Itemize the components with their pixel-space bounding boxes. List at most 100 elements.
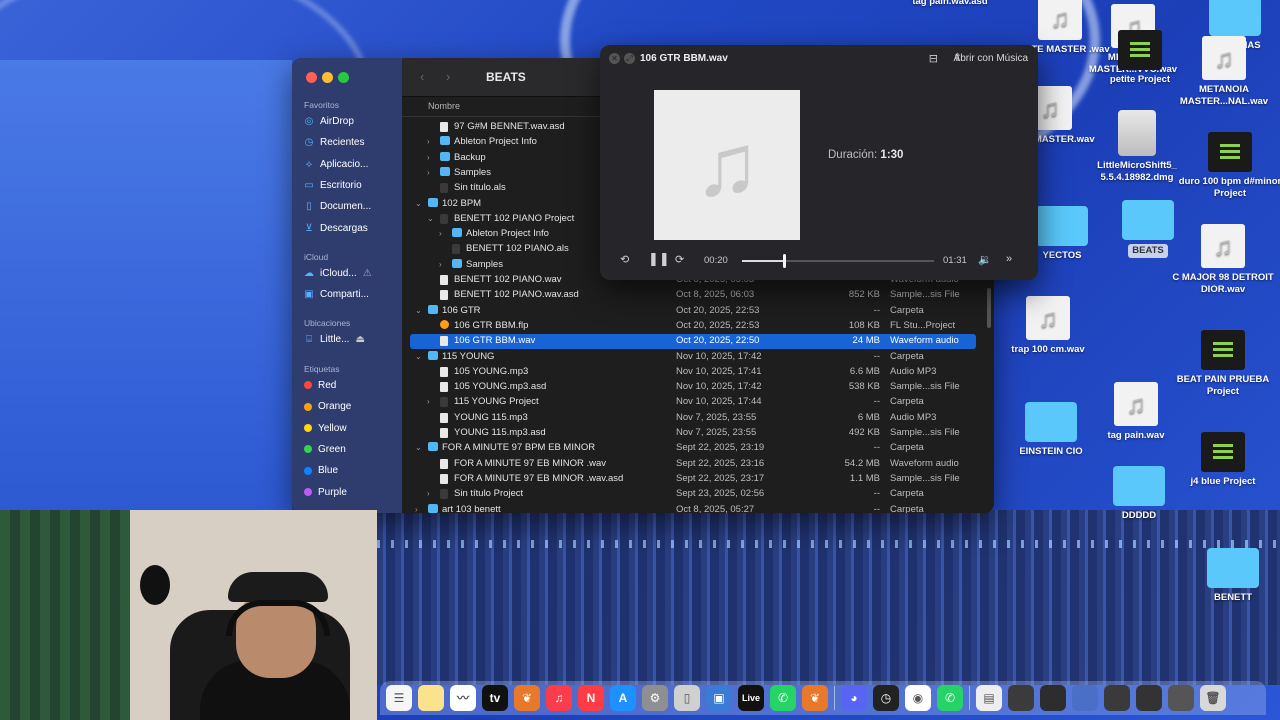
ql-fullscreen-icon[interactable]: ⤢ [624,53,635,64]
fl-studio-icon[interactable]: ❦ [514,685,540,711]
document-stack-icon[interactable]: ▤ [976,685,1002,711]
window-4-icon[interactable] [1104,685,1130,711]
notes-icon[interactable] [418,685,444,711]
desktop-icon-item[interactable]: EINSTEIN CIO [991,402,1111,458]
playhead[interactable] [783,254,787,268]
disclosure-open-icon[interactable]: ⌄ [427,214,434,223]
eject-icon[interactable]: ⏏ [355,334,364,345]
ableton-live-icon[interactable]: Live [738,685,764,711]
file-row[interactable]: › 115 YOUNG Project Nov 10, 2025, 17:44 -- C… [410,395,976,410]
disclosure-open-icon[interactable]: ⌄ [415,443,422,452]
sidebar-item-red[interactable]: Red [304,380,336,391]
desktop-icon-item[interactable]: ♫ trap 100 cm.wav [988,296,1108,356]
file-row[interactable]: BENETT 102 PIANO.wav.asd Oct 8, 2025, 06:… [410,288,976,303]
trash-icon[interactable]: 🗑 [1200,685,1226,711]
sidebar-item-icloud-[interactable]: ☁ iCloud... ⚠ [304,268,372,279]
file-row[interactable]: FOR A MINUTE 97 EB MINOR .wav Sept 22, 20… [410,457,976,472]
desktop-icon-item[interactable]: ♫ METANOIA MASTER...NAL.wav [1164,36,1280,108]
file-row[interactable]: ⌄ FOR A MINUTE 97 BPM EB MINOR Sept 22, 20… [410,441,976,456]
window-3-icon[interactable] [1072,685,1098,711]
discord-icon[interactable]: ◕ [841,685,867,711]
scrollbar-thumb[interactable] [987,288,991,328]
iphone-mirroring-icon[interactable]: ▯ [674,685,700,711]
disclosure-closed-icon[interactable]: › [439,229,442,238]
window-1-icon[interactable] [1008,685,1034,711]
freeform-icon[interactable]: 〰 [450,685,476,711]
disclosure-open-icon[interactable]: ⌄ [415,306,422,315]
close-button[interactable] [306,72,317,83]
more-icon[interactable]: » [1006,253,1012,265]
volume-icon[interactable]: 🔉 [978,253,992,266]
system-settings-icon[interactable]: ⚙ [642,685,668,711]
desktop-icon-item[interactable]: DDDDD [1079,466,1199,522]
sidebar-item-orange[interactable]: Orange [304,401,351,412]
ql-close-icon[interactable]: ✕ [609,53,620,64]
app-store-icon[interactable]: A [610,685,636,711]
reminders-icon[interactable]: ☰ [386,685,412,711]
sidebar-item-descargas[interactable]: ⊻ Descargas [304,223,367,234]
file-row[interactable]: ⌄ 106 GTR Oct 20, 2025, 22:53 -- Carpeta [410,304,976,319]
desktop-icon-item[interactable]: BENETT [1173,548,1280,604]
disclosure-closed-icon[interactable]: › [427,168,430,177]
minimize-button[interactable] [322,72,333,83]
whatsapp-2-icon[interactable]: ✆ [937,685,963,711]
sidebar-item-airdrop[interactable]: ◎ AirDrop [304,116,354,127]
file-row[interactable]: 105 YOUNG.mp3.asd Nov 10, 2025, 17:42 538 … [410,380,976,395]
file-size: 24 MB [852,335,880,347]
file-row[interactable]: ⌄ 115 YOUNG Nov 10, 2025, 17:42 -- Carpeta [410,350,976,365]
sidebar-item-label: Documen... [320,201,372,213]
column-name[interactable]: Nombre [428,101,460,111]
desktop-icon-item[interactable]: tag pain.wav.asd [890,0,1010,8]
zoom-button[interactable] [338,72,349,83]
disclosure-open-icon[interactable]: ⌄ [415,352,422,361]
sidebar-item-little-[interactable]: ⌸ Little... ⏏ [304,334,365,345]
forward-icon[interactable]: › [446,69,450,84]
sidebar-item-documen-[interactable]: ▯ Documen... [304,201,371,212]
desktop-icon-item[interactable]: ♫ C MAJOR 98 DETROIT DIOR.wav [1163,224,1280,296]
disclosure-closed-icon[interactable]: › [427,397,430,406]
sidebar-item-purple[interactable]: Purple [304,487,347,498]
ql-trim-icon[interactable]: ⊟ [929,52,938,65]
sidebar-item-recientes[interactable]: ◷ Recientes [304,137,365,148]
file-row[interactable]: 105 YOUNG.mp3 Nov 10, 2025, 17:41 6.6 MB Au… [410,365,976,380]
file-row[interactable]: FOR A MINUTE 97 EB MINOR .wav.asd Sept 22… [410,472,976,487]
disclosure-closed-icon[interactable]: › [427,489,430,498]
sidebar-item-blue[interactable]: Blue [304,465,338,476]
disclosure-open-icon[interactable]: ⌄ [415,199,422,208]
file-row[interactable]: YOUNG 115.mp3.asd Nov 7, 2025, 23:55 492 K… [410,426,976,441]
disclosure-closed-icon[interactable]: › [427,153,430,162]
file-row[interactable]: 106 GTR BBM.flp Oct 20, 2025, 22:53 108 KB… [410,319,976,334]
sidebar-item-aplicacio-[interactable]: ⟡ Aplicacio... [304,159,369,170]
back-icon[interactable]: ‹ [420,69,424,84]
window-2-icon[interactable] [1040,685,1066,711]
window-5-icon[interactable] [1136,685,1162,711]
screen-sharing-icon[interactable]: ▣ [706,685,732,711]
skip-forward-icon[interactable]: ⟳ [675,253,684,266]
apple-tv-icon[interactable]: tv [482,685,508,711]
pause-button[interactable]: ❚❚ [648,251,670,267]
disclosure-closed-icon[interactable]: › [427,137,430,146]
sidebar-item-yellow[interactable]: Yellow [304,423,347,434]
fl-studio-2-icon[interactable]: ❦ [802,685,828,711]
sidebar-item-green[interactable]: Green [304,444,346,455]
skip-back-icon[interactable]: ⟲ [620,253,629,266]
file-row[interactable]: YOUNG 115.mp3 Nov 7, 2025, 23:55 6 MB Audio… [410,411,976,426]
sidebar-item-comparti-[interactable]: ▣ Comparti... [304,289,369,300]
music-icon[interactable]: ♫ [546,685,572,711]
file-row[interactable]: › Sin título Project Sept 23, 2025, 02:56 -… [410,487,976,502]
clock-app-icon[interactable]: ◷ [873,685,899,711]
file-name: FOR A MINUTE 97 EB MINOR .wav [454,457,607,469]
disclosure-closed-icon[interactable]: › [439,260,442,269]
playback-scrubber[interactable] [742,254,934,268]
chrome-icon[interactable]: ◉ [905,685,931,711]
news-icon[interactable]: N [578,685,604,711]
open-with-music-button[interactable]: Abrir con Música [954,53,1028,64]
file-row[interactable]: › art 103 benett Oct 8, 2025, 05:27 -- Carpe… [410,503,976,514]
sidebar-item-escritorio[interactable]: ▭ Escritorio [304,180,361,191]
desktop-icon-item[interactable]: duro 100 bpm d#minor Project [1170,132,1280,200]
whatsapp-icon[interactable]: ✆ [770,685,796,711]
file-row[interactable]: 106 GTR BBM.wav Oct 20, 2025, 22:50 24 MB W… [410,334,976,350]
disclosure-closed-icon[interactable]: › [415,505,418,514]
window-6-icon[interactable] [1168,685,1194,711]
project-icon [440,213,448,224]
